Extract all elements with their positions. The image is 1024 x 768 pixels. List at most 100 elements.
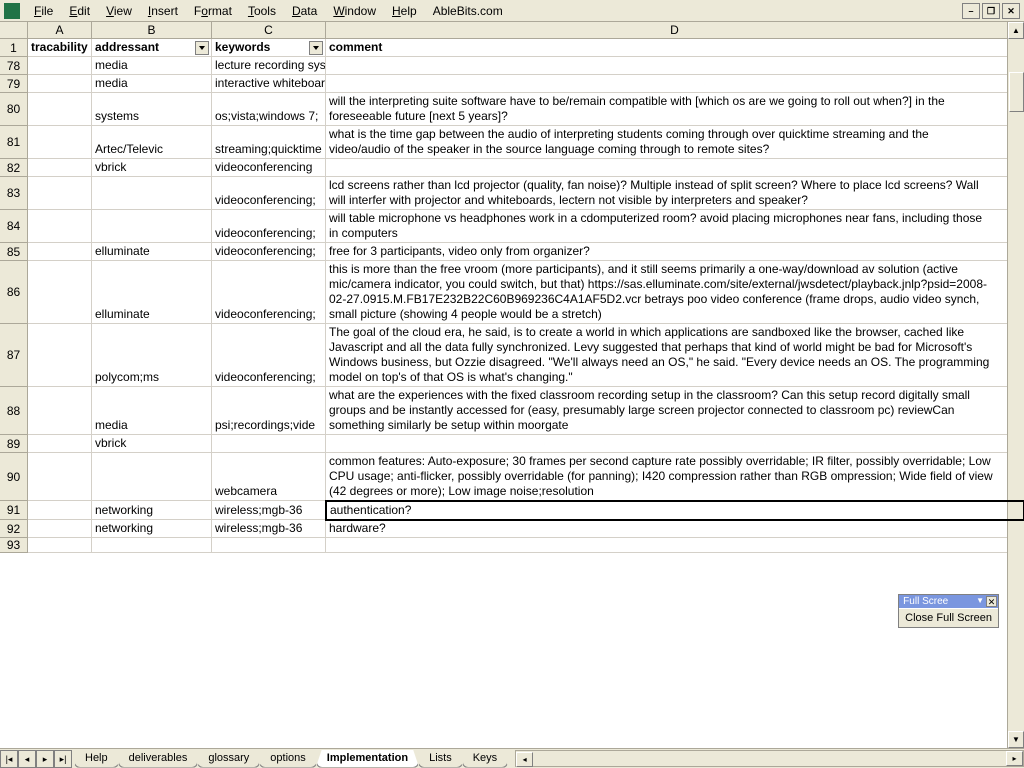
cell[interactable] [326,75,1024,93]
close-icon[interactable]: ✕ [986,596,997,607]
col-header-a[interactable]: A [28,22,92,39]
cell[interactable] [326,57,1024,75]
cell[interactable]: videoconferencing; [212,210,326,243]
col-header-d[interactable]: D [326,22,1024,39]
row-header[interactable]: 93 [0,538,28,553]
cell[interactable]: common features: Auto-exposure; 30 frame… [326,453,1024,501]
row-header[interactable]: 90 [0,453,28,501]
menu-ablebits[interactable]: AbleBits.com [425,2,511,20]
cell[interactable] [28,387,92,435]
cell[interactable] [28,243,92,261]
cell[interactable]: wireless;mgb-36 [212,520,326,538]
cell[interactable] [28,324,92,387]
cell[interactable]: lcd screens rather than lcd projector (q… [326,177,1024,210]
row-header[interactable]: 82 [0,159,28,177]
scroll-left-button[interactable]: ◂ [516,752,533,767]
menu-data[interactable]: Data [284,2,325,20]
cell-header-comment[interactable]: comment [326,39,1024,57]
scroll-thumb[interactable] [1009,72,1024,112]
menu-help[interactable]: Help [384,2,425,20]
tab-glossary[interactable]: glossary [197,750,260,768]
menu-file[interactable]: File [26,2,61,20]
horizontal-scrollbar[interactable]: ◂ ▸ [515,750,1024,767]
tab-implementation[interactable]: Implementation [316,750,419,768]
cell[interactable]: videoconferencing; [212,243,326,261]
minimize-button[interactable]: – [962,3,980,19]
row-header-1[interactable]: 1 [0,39,28,57]
tab-help[interactable]: Help [74,750,119,768]
row-header[interactable]: 80 [0,93,28,126]
row-header[interactable]: 91 [0,501,28,520]
cell[interactable]: will table microphone vs headphones work… [326,210,1024,243]
scroll-down-button[interactable]: ▼ [1008,731,1024,748]
menu-format[interactable]: Format [186,2,240,20]
filter-arrow-icon[interactable] [195,41,209,55]
cell[interactable] [28,75,92,93]
row-header[interactable]: 85 [0,243,28,261]
row-header[interactable]: 83 [0,177,28,210]
restore-button[interactable]: ❐ [982,3,1000,19]
row-header[interactable]: 78 [0,57,28,75]
cell[interactable] [28,435,92,453]
cell-header-keywords[interactable]: keywords [212,39,326,57]
col-header-b[interactable]: B [92,22,212,39]
tab-options[interactable]: options [259,750,316,768]
cell[interactable]: os;vista;windows 7; [212,93,326,126]
cell[interactable]: what is the time gap between the audio o… [326,126,1024,159]
row-header[interactable]: 84 [0,210,28,243]
cell[interactable] [326,435,1024,453]
scroll-right-button[interactable]: ▸ [1006,751,1023,766]
row-header[interactable]: 79 [0,75,28,93]
cell[interactable]: videoconferencing [212,159,326,177]
cell[interactable]: elluminate [92,261,212,324]
cell[interactable] [28,177,92,210]
cell[interactable]: videoconferencing; [212,261,326,324]
row-header[interactable]: 92 [0,520,28,538]
tab-deliverables[interactable]: deliverables [118,750,199,768]
cell[interactable]: media [92,57,212,75]
menu-window[interactable]: Window [325,2,384,20]
cell-header-addressant[interactable]: addressant [92,39,212,57]
cell[interactable]: interactive whiteboard [212,75,326,93]
cell[interactable] [28,538,92,553]
cell-header-tracability[interactable]: tracability [28,39,92,57]
row-header[interactable]: 81 [0,126,28,159]
cell[interactable] [28,501,92,520]
filter-arrow-icon[interactable] [309,41,323,55]
cell[interactable]: this is more than the free vroom (more p… [326,261,1024,324]
cell[interactable] [92,538,212,553]
col-header-c[interactable]: C [212,22,326,39]
cell[interactable] [92,210,212,243]
cell[interactable] [28,261,92,324]
cell[interactable]: vbrick [92,159,212,177]
scroll-up-button[interactable]: ▲ [1008,22,1024,39]
cell[interactable] [28,520,92,538]
cell[interactable] [28,159,92,177]
cell[interactable]: lecture recording system [212,57,326,75]
menu-tools[interactable]: Tools [240,2,284,20]
select-all-corner[interactable] [0,22,28,39]
cell[interactable]: Artec/Televic [92,126,212,159]
tab-keys[interactable]: Keys [462,750,508,768]
prev-tab-button[interactable]: ◂ [18,750,36,768]
tab-lists[interactable]: Lists [418,750,463,768]
cell[interactable] [92,453,212,501]
cell[interactable]: videoconferencing; [212,177,326,210]
row-header[interactable]: 87 [0,324,28,387]
cell[interactable]: vbrick [92,435,212,453]
vertical-scrollbar[interactable]: ▲ ▼ [1007,22,1024,748]
cell[interactable]: webcamera [212,453,326,501]
cell[interactable]: authentication? [325,500,1024,521]
cell[interactable]: systems [92,93,212,126]
cell[interactable]: what are the experiences with the fixed … [326,387,1024,435]
cell[interactable]: networking [92,501,212,520]
cell[interactable]: media [92,75,212,93]
row-header[interactable]: 88 [0,387,28,435]
first-tab-button[interactable]: |◂ [0,750,18,768]
cell[interactable]: wireless;mgb-36 [212,501,326,520]
cell[interactable] [28,210,92,243]
next-tab-button[interactable]: ▸ [36,750,54,768]
close-fullscreen-button[interactable]: Close Full Screen [899,608,998,627]
cell[interactable]: videoconferencing; [212,324,326,387]
cell[interactable] [28,93,92,126]
